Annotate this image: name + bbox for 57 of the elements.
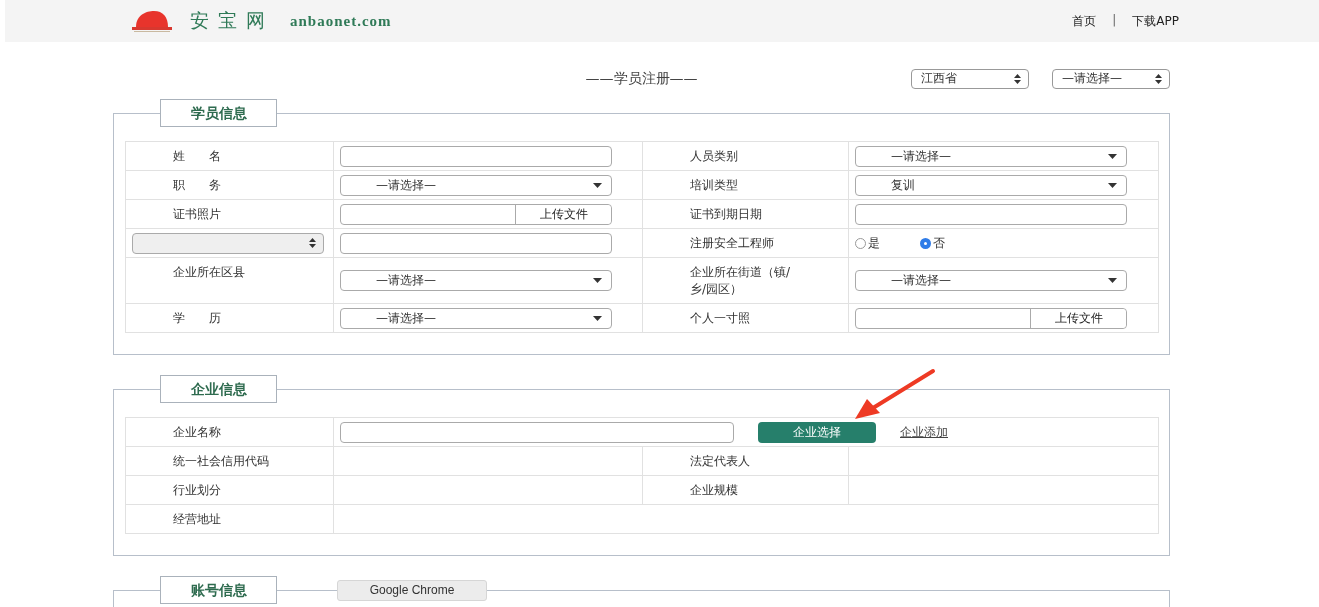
- form-label: 个人一寸照: [690, 310, 750, 327]
- file-field[interactable]: 上传文件: [340, 203, 612, 225]
- updown-icon: [1014, 73, 1021, 84]
- nav-link[interactable]: 下载APP: [1132, 12, 1179, 30]
- text-field[interactable]: [340, 421, 734, 443]
- form-label: 经营地址: [173, 511, 221, 528]
- file-field[interactable]: 上传文件: [855, 307, 1127, 329]
- form-label: 企业所在街道（镇/乡/园区）: [690, 264, 792, 298]
- form-label: 注册安全工程师: [690, 235, 774, 252]
- dropdown[interactable]: —请选择—: [855, 145, 1127, 167]
- caret-icon: [1108, 278, 1117, 283]
- dropdown[interactable]: —请选择—: [340, 270, 612, 291]
- caret-icon: [1108, 182, 1117, 188]
- dropdown[interactable]: —请选择—: [340, 174, 612, 196]
- form-label: 统一社会信用代码: [173, 453, 269, 470]
- form-label: 人员类别: [690, 148, 738, 165]
- select-company-button[interactable]: 企业选择: [758, 421, 876, 443]
- upload-button[interactable]: 上传文件: [1030, 308, 1126, 328]
- dropdown[interactable]: —请选择—: [340, 307, 612, 329]
- radio-option[interactable]: 是: [855, 234, 880, 252]
- brand-name: 安宝网: [190, 8, 274, 33]
- brand-domain: anbaonet.com: [290, 12, 392, 30]
- caret-icon: [593, 315, 602, 321]
- nav-link[interactable]: 首页: [1072, 12, 1097, 30]
- section-title: 账号信息: [160, 576, 277, 604]
- updown-icon: [309, 238, 316, 248]
- updown-icon: [1155, 73, 1162, 84]
- text-field[interactable]: [340, 232, 612, 254]
- text-field[interactable]: [855, 203, 1127, 225]
- section-title: 学员信息: [160, 99, 277, 127]
- dropdown[interactable]: —请选择—: [855, 270, 1127, 291]
- form-label: 姓 名: [173, 148, 221, 165]
- region-dropdown[interactable]: 江西省: [911, 68, 1029, 89]
- form-label: 企业规模: [690, 482, 738, 499]
- tooltip: Google Chrome: [337, 580, 487, 601]
- form-label: 证书到期日期: [690, 206, 762, 223]
- region-dropdown[interactable]: —请选择—: [1052, 68, 1170, 89]
- form-label: 企业所在区县: [173, 264, 245, 281]
- form-label: 学 历: [173, 310, 221, 327]
- caret-icon: [593, 278, 602, 283]
- radio-option[interactable]: 否: [920, 234, 945, 252]
- form-label: 企业名称: [173, 424, 221, 441]
- upload-button[interactable]: 上传文件: [515, 204, 611, 224]
- text-field[interactable]: [340, 145, 612, 167]
- helmet-icon: [130, 9, 174, 33]
- form-label: 职 务: [173, 177, 221, 194]
- form-label: 证书照片: [173, 206, 221, 223]
- caret-icon: [593, 182, 602, 188]
- caret-icon: [1108, 153, 1117, 159]
- add-company-link[interactable]: 企业添加: [900, 423, 948, 441]
- page-title: ——学员注册——: [585, 69, 698, 88]
- form-label: 法定代表人: [690, 453, 750, 470]
- dropdown[interactable]: 复训: [855, 174, 1127, 196]
- form-label: 行业划分: [173, 482, 221, 499]
- form-label: 培训类型: [690, 177, 738, 194]
- section-title: 企业信息: [160, 375, 277, 403]
- nav-separator: |: [1111, 12, 1118, 29]
